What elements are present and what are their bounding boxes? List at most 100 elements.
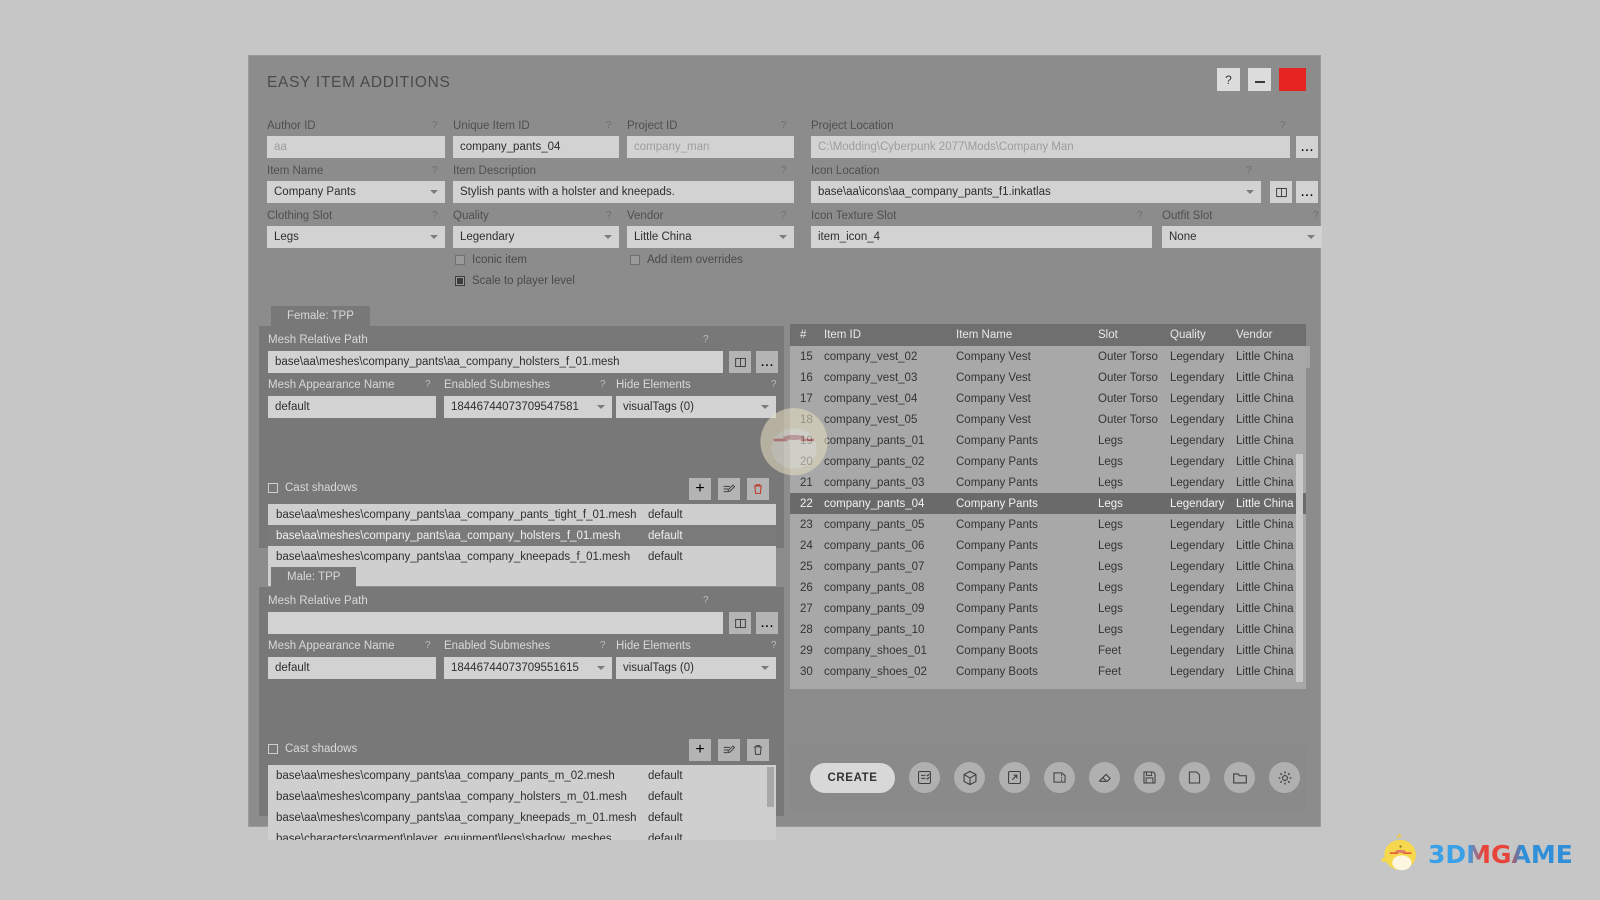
outfit-slot-hint-icon[interactable]: ? <box>1313 210 1319 221</box>
female-mesh-preview-button[interactable] <box>729 351 751 373</box>
table-row[interactable]: 22 company_pants_04 Company Pants Legs Legen… <box>790 493 1306 514</box>
female-submeshes-hint-icon[interactable]: ? <box>600 379 606 390</box>
vendor-select[interactable]: Little China <box>627 226 794 248</box>
package-button[interactable] <box>954 762 985 793</box>
male-cast-shadows-checkbox[interactable] <box>268 744 278 754</box>
male-delete-mesh-button[interactable] <box>747 739 769 761</box>
project-location-input[interactable]: C:\Modding\Cyberpunk 2077\Mods\Company M… <box>811 136 1290 158</box>
project-location-browse-button[interactable]: ... <box>1296 136 1318 158</box>
new-file-button[interactable] <box>1179 762 1210 793</box>
create-button[interactable]: CREATE <box>810 762 895 793</box>
table-row[interactable]: 27 company_pants_09 Company Pants Legs Legen… <box>790 598 1306 619</box>
list-item[interactable]: base\aa\meshes\company_pants\aa_company_… <box>268 525 776 546</box>
table-row[interactable]: 21 company_pants_03 Company Pants Legs Legen… <box>790 472 1306 493</box>
female-edit-mesh-button[interactable] <box>718 478 740 500</box>
male-mesh-preview-button[interactable] <box>729 612 751 634</box>
icon-location-browse-button[interactable]: ... <box>1296 181 1318 203</box>
add-item-overrides-checkbox-row[interactable]: Add item overrides <box>630 254 743 266</box>
male-mesh-browse-button[interactable]: ... <box>756 612 778 634</box>
author-id-hint-icon[interactable]: ? <box>432 120 438 131</box>
list-item[interactable]: base\aa\meshes\company_pants\aa_company_… <box>268 765 776 786</box>
settings-button[interactable] <box>1269 762 1300 793</box>
female-cast-shadows-checkbox[interactable] <box>268 483 278 493</box>
male-hide-elements-hint-icon[interactable]: ? <box>771 640 777 651</box>
female-add-mesh-button[interactable]: + <box>689 478 711 500</box>
col-header-vendor[interactable]: Vendor <box>1236 329 1306 341</box>
female-hide-elements-select[interactable]: visualTags (0) <box>616 396 776 418</box>
minimize-button[interactable] <box>1248 68 1271 91</box>
male-appearance-input[interactable]: default <box>268 657 436 679</box>
author-id-input[interactable]: aa <box>267 136 445 158</box>
male-edit-mesh-button[interactable] <box>718 739 740 761</box>
open-folder-button[interactable] <box>1224 762 1255 793</box>
item-name-hint-icon[interactable]: ? <box>432 165 438 176</box>
male-submeshes-hint-icon[interactable]: ? <box>600 640 606 651</box>
project-id-hint-icon[interactable]: ? <box>781 120 787 131</box>
col-header-item-name[interactable]: Item Name <box>956 329 1098 341</box>
close-button[interactable] <box>1279 68 1306 91</box>
female-delete-mesh-button[interactable] <box>747 478 769 500</box>
female-submeshes-select[interactable]: 18446744073709547581 <box>444 396 612 418</box>
icon-texture-slot-input[interactable]: item_icon_4 <box>811 226 1152 248</box>
table-row[interactable]: 19 company_pants_01 Company Pants Legs Legen… <box>790 430 1306 451</box>
eraser-button[interactable] <box>1089 762 1120 793</box>
unique-item-id-hint-icon[interactable]: ? <box>606 120 612 131</box>
clothing-slot-hint-icon[interactable]: ? <box>432 210 438 221</box>
unique-item-id-input[interactable]: company_pants_04 <box>453 136 619 158</box>
male-submeshes-select[interactable]: 18446744073709551615 <box>444 657 612 679</box>
female-hide-elements-hint-icon[interactable]: ? <box>771 379 777 390</box>
table-row[interactable]: 30 company_shoes_02 Company Boots Feet Legen… <box>790 661 1306 682</box>
project-id-input[interactable]: company_man <box>627 136 794 158</box>
male-mesh-list-scrollbar[interactable] <box>767 767 774 807</box>
table-row[interactable]: 28 company_pants_10 Company Pants Legs Legen… <box>790 619 1306 640</box>
tab-male-tpp[interactable]: Male: TPP <box>271 567 357 587</box>
table-row[interactable]: 25 company_pants_07 Company Pants Legs Legen… <box>790 556 1306 577</box>
male-mesh-list[interactable]: base\aa\meshes\company_pants\aa_company_… <box>268 765 776 840</box>
list-item[interactable]: base\aa\meshes\company_pants\aa_company_… <box>268 786 776 807</box>
table-row[interactable]: 26 company_pants_08 Company Pants Legs Legen… <box>790 577 1306 598</box>
table-row[interactable]: 18 company_vest_05 Company Vest Outer Torso… <box>790 409 1306 430</box>
scale-to-player-level-checkbox-row[interactable]: Scale to player level <box>455 275 575 287</box>
quality-select[interactable]: Legendary <box>453 226 619 248</box>
table-scrollbar-thumb[interactable] <box>1296 454 1303 682</box>
scale-to-player-level-checkbox[interactable] <box>455 276 465 286</box>
icon-location-preview-button[interactable] <box>1270 181 1292 203</box>
checklist-button[interactable] <box>909 762 940 793</box>
female-cast-shadows-row[interactable]: Cast shadows <box>268 482 357 494</box>
export-button[interactable] <box>999 762 1030 793</box>
icon-texture-slot-hint-icon[interactable]: ? <box>1137 210 1143 221</box>
female-appearance-input[interactable]: default <box>268 396 436 418</box>
tab-female-tpp[interactable]: Female: TPP <box>271 306 370 326</box>
female-mesh-path-hint-icon[interactable]: ? <box>703 334 709 345</box>
table-row[interactable]: 15 company_vest_02 Company Vest Outer Torso… <box>790 346 1306 367</box>
male-cast-shadows-row[interactable]: Cast shadows <box>268 743 357 755</box>
female-mesh-path-input[interactable]: base\aa\meshes\company_pants\aa_company_… <box>268 351 723 373</box>
col-header-item-id[interactable]: Item ID <box>824 329 956 341</box>
female-appearance-hint-icon[interactable]: ? <box>425 379 431 390</box>
table-row[interactable]: 24 company_pants_06 Company Pants Legs Legen… <box>790 535 1306 556</box>
project-location-hint-icon[interactable]: ? <box>1280 120 1286 131</box>
list-item[interactable]: base\characters\garment\player_equipment… <box>268 828 776 841</box>
help-button[interactable]: ? <box>1217 68 1240 91</box>
vendor-hint-icon[interactable]: ? <box>781 210 787 221</box>
col-header-slot[interactable]: Slot <box>1098 329 1170 341</box>
item-name-select[interactable]: Company Pants <box>267 181 445 203</box>
table-row[interactable]: 23 company_pants_05 Company Pants Legs Legen… <box>790 514 1306 535</box>
list-item[interactable]: base\aa\meshes\company_pants\aa_company_… <box>268 504 776 525</box>
male-add-mesh-button[interactable]: + <box>689 739 711 761</box>
outfit-slot-select[interactable]: None <box>1162 226 1322 248</box>
male-mesh-path-input[interactable] <box>268 612 723 634</box>
item-description-hint-icon[interactable]: ? <box>781 165 787 176</box>
col-header-num[interactable]: # <box>790 329 824 341</box>
table-row[interactable]: 20 company_pants_02 Company Pants Legs Legen… <box>790 451 1306 472</box>
female-mesh-browse-button[interactable]: ... <box>756 351 778 373</box>
col-header-quality[interactable]: Quality <box>1170 329 1236 341</box>
male-hide-elements-select[interactable]: visualTags (0) <box>616 657 776 679</box>
item-description-input[interactable]: Stylish pants with a holster and kneepad… <box>453 181 794 203</box>
list-item[interactable]: base\aa\meshes\company_pants\aa_company_… <box>268 807 776 828</box>
archive-button[interactable] <box>1044 762 1075 793</box>
icon-location-select[interactable]: base\aa\icons\aa_company_pants_f1.inkatl… <box>811 181 1261 203</box>
quality-hint-icon[interactable]: ? <box>606 210 612 221</box>
iconic-item-checkbox[interactable] <box>455 255 465 265</box>
list-item[interactable]: base\aa\meshes\company_pants\aa_company_… <box>268 546 776 567</box>
